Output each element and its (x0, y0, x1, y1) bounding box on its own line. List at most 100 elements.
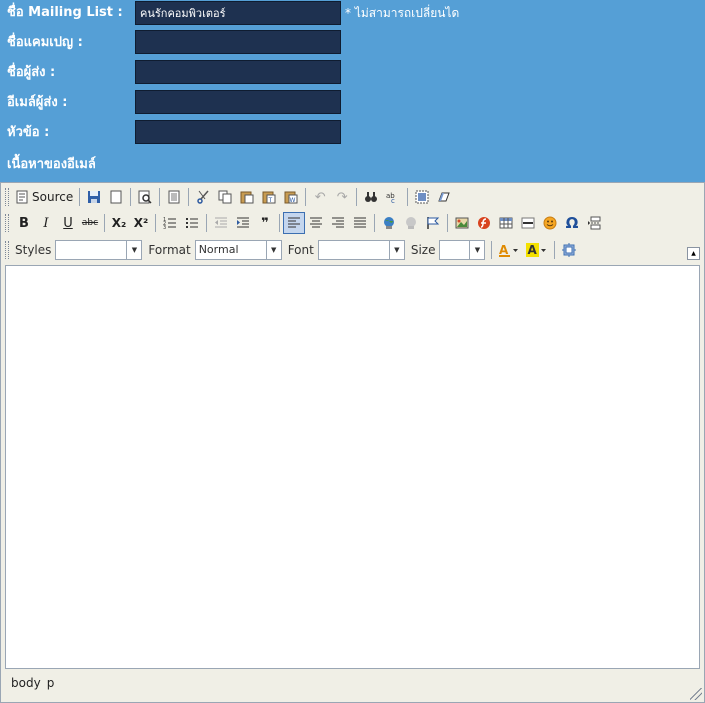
campaign-name-input[interactable] (135, 30, 341, 54)
find-button[interactable] (360, 186, 382, 208)
subject-label: หัวข้อ : (7, 125, 50, 140)
redo-button[interactable]: ↷ (331, 186, 353, 208)
save-button[interactable] (83, 186, 105, 208)
align-left-button[interactable] (283, 212, 305, 234)
toolbar-separator (206, 214, 207, 232)
flag-icon (426, 216, 440, 230)
source-label: Source (32, 190, 74, 204)
sender-name-input[interactable] (135, 60, 341, 84)
page-break-button[interactable] (583, 212, 605, 234)
superscript-button[interactable]: X² (130, 212, 152, 234)
svg-text:A: A (528, 243, 538, 257)
gear-icon (562, 243, 577, 257)
italic-button[interactable]: I (35, 212, 57, 234)
chevron-down-icon: ▼ (126, 241, 141, 259)
toolbar-grip[interactable] (5, 241, 9, 259)
triangle-up-icon: ▲ (691, 250, 696, 257)
paste-word-icon: W (284, 190, 298, 204)
strikethrough-button[interactable]: abc (79, 212, 101, 234)
save-icon (87, 190, 101, 204)
align-right-icon (331, 216, 345, 230)
align-right-button[interactable] (327, 212, 349, 234)
link-button[interactable] (378, 212, 400, 234)
globe-link-icon (382, 216, 396, 230)
background-color-icon: A (526, 243, 548, 257)
preview-button[interactable] (134, 186, 156, 208)
paste-text-button[interactable]: T (258, 186, 280, 208)
path-item-p[interactable]: p (47, 676, 55, 690)
campaign-name-label: ชื่อแคมเปญ : (7, 35, 83, 50)
table-icon (499, 216, 513, 230)
source-icon (16, 190, 28, 204)
special-char-button[interactable]: Ω (561, 212, 583, 234)
path-item-body[interactable]: body (11, 676, 41, 690)
select-all-button[interactable] (411, 186, 433, 208)
toolbar-row-1: Source T W ↶ ↷ ab c (5, 185, 455, 209)
undo-button[interactable]: ↶ (309, 186, 331, 208)
sender-email-input[interactable] (135, 90, 341, 114)
align-center-button[interactable] (305, 212, 327, 234)
replace-button[interactable]: ab c (382, 186, 404, 208)
toolbar-separator (188, 188, 190, 206)
remove-format-button[interactable] (433, 186, 455, 208)
resize-handle[interactable] (690, 688, 702, 700)
chevron-down-icon: ▼ (469, 241, 484, 259)
editor-content-area[interactable] (5, 265, 700, 669)
underline-button[interactable]: U (57, 212, 79, 234)
toolbar-row-2: B I U abc X₂ X² 123 ❞ Ω (5, 211, 605, 235)
templates-button[interactable] (163, 186, 185, 208)
numbered-list-button[interactable]: 123 (159, 212, 181, 234)
table-button[interactable] (495, 212, 517, 234)
justify-button[interactable] (349, 212, 371, 234)
font-dropdown[interactable]: ▼ (317, 240, 405, 260)
new-page-button[interactable] (105, 186, 127, 208)
cut-button[interactable] (192, 186, 214, 208)
toolbar-separator (130, 188, 132, 206)
unlink-icon (404, 216, 418, 230)
horizontal-rule-button[interactable] (517, 212, 539, 234)
image-button[interactable] (451, 212, 473, 234)
size-dropdown[interactable]: ▼ (439, 240, 486, 260)
eraser-icon (437, 190, 451, 204)
toolbar-grip[interactable] (5, 188, 9, 206)
subscript-button[interactable]: X₂ (108, 212, 130, 234)
outdent-icon (214, 216, 228, 230)
styles-dropdown[interactable]: ▼ (55, 240, 143, 260)
chevron-down-icon: ▼ (388, 241, 404, 259)
subject-input[interactable] (135, 120, 341, 144)
scissors-icon (196, 190, 210, 204)
show-blocks-button[interactable] (558, 239, 580, 261)
toolbar-separator (155, 214, 156, 232)
page-break-icon (587, 216, 601, 230)
decrease-indent-button[interactable] (210, 212, 232, 234)
mailing-list-input[interactable] (135, 1, 341, 25)
toolbar-grip[interactable] (5, 214, 9, 232)
format-dropdown[interactable]: Normal ▼ (194, 240, 282, 260)
anchor-button[interactable] (422, 212, 444, 234)
align-left-icon (287, 216, 301, 230)
smiley-button[interactable] (539, 212, 561, 234)
bold-button[interactable]: B (13, 212, 35, 234)
svg-text:3: 3 (163, 225, 166, 230)
rich-text-editor: Source T W ↶ ↷ ab c B I U abc X₂ X² 1 2 … (0, 182, 705, 703)
toolbar-separator (104, 214, 105, 232)
flash-button[interactable] (473, 212, 495, 234)
source-button[interactable]: Source (13, 186, 76, 208)
copy-button[interactable] (214, 186, 236, 208)
background-color-button[interactable]: A (523, 239, 551, 261)
toolbar-separator (356, 188, 358, 206)
font-label: Font (287, 243, 314, 257)
replace-icon: ab c (386, 190, 400, 204)
paste-button[interactable] (236, 186, 258, 208)
paste-word-button[interactable]: W (280, 186, 302, 208)
text-color-button[interactable]: A (495, 239, 523, 261)
increase-indent-button[interactable] (232, 212, 254, 234)
unlink-button[interactable] (400, 212, 422, 234)
collapse-toolbar-button[interactable]: ▲ (687, 247, 700, 260)
bulleted-list-button[interactable] (181, 212, 203, 234)
toolbar-separator (279, 214, 280, 232)
element-path-bar: body p (5, 671, 58, 695)
toolbar-separator (554, 241, 556, 259)
styles-value (56, 241, 126, 259)
blockquote-button[interactable]: ❞ (254, 212, 276, 234)
